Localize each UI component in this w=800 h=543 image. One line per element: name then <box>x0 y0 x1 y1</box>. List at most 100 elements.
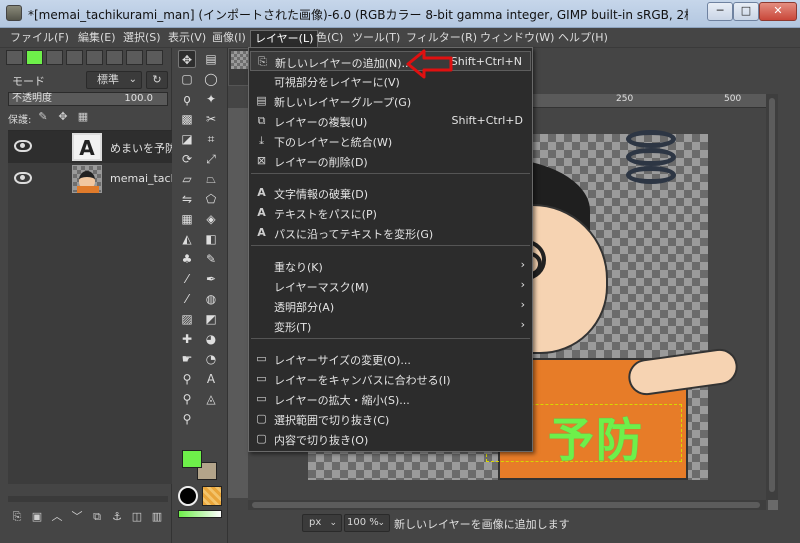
rect-select-icon[interactable]: ▢ <box>178 70 196 88</box>
menu-item[interactable]: A 文字情報の破棄(D) <box>250 183 531 203</box>
bucket-fill-icon[interactable]: ◭ <box>178 230 196 248</box>
dock-tab-brushes-icon[interactable] <box>126 50 143 65</box>
mode-reset-icon[interactable]: ↻ <box>146 71 168 89</box>
visibility-eye-icon[interactable] <box>14 140 32 152</box>
color-select-icon[interactable]: ▩ <box>178 110 196 128</box>
cage-tool-icon[interactable]: ⬠ <box>202 190 220 208</box>
heal-tool-icon[interactable]: ✚ <box>178 330 196 348</box>
mask-icon[interactable]: ◫ <box>130 510 144 524</box>
pencil-icon[interactable]: ✎ <box>202 250 220 268</box>
menu-select[interactable]: 選択(S) <box>119 30 165 47</box>
menu-item[interactable]: A パスに沿ってテキストを変形(G) <box>250 223 531 243</box>
vertical-ruler[interactable] <box>228 108 248 498</box>
zoom-tool-icon[interactable]: ⚲ <box>178 410 196 428</box>
navigate-icon[interactable] <box>768 500 778 510</box>
menu-item[interactable]: 可視部分をレイヤーに(V) <box>250 71 531 91</box>
dock-tab-menu-icon[interactable] <box>6 50 23 65</box>
delete-layer-icon[interactable]: ▥ <box>150 510 164 524</box>
perspective-tool-icon[interactable]: ⏢ <box>202 170 220 188</box>
dock-scrollbar[interactable] <box>8 496 168 502</box>
new-group-icon[interactable]: ▣ <box>30 510 44 524</box>
menu-item[interactable]: 透明部分(A) › <box>250 296 531 316</box>
menu-image[interactable]: 画像(I) <box>208 30 250 47</box>
menu-item[interactable]: ⧉ レイヤーの複製(U) Shift+Ctrl+D <box>250 111 531 131</box>
perspective-clone-icon[interactable]: ◩ <box>202 310 220 328</box>
menu-colors[interactable]: 色(C) <box>312 30 347 47</box>
color-picker-icon[interactable]: ⚲ <box>178 390 196 408</box>
vertical-scrollbar[interactable] <box>766 94 778 500</box>
minimize-button[interactable]: ─ <box>707 2 733 21</box>
ink-tool-icon[interactable]: ✒ <box>202 270 220 288</box>
fuzzy-select-icon[interactable]: ✦ <box>202 90 220 108</box>
zoom-select[interactable]: 100 % ⌄ <box>344 514 390 532</box>
close-button[interactable]: ✕ <box>759 2 797 21</box>
dock-tab-undo-icon[interactable] <box>106 50 123 65</box>
menu-item[interactable]: ▤ 新しいレイヤーグループ(G) <box>250 91 531 111</box>
menu-item[interactable]: 変形(T) › <box>250 316 531 336</box>
lock-pixels-icon[interactable]: ✎ <box>36 110 50 124</box>
mode-select[interactable]: 標準 ⌄ <box>86 71 142 89</box>
align-tool-icon[interactable]: ▤ <box>202 50 220 68</box>
maximize-button[interactable]: □ <box>733 2 759 21</box>
opacity-slider[interactable]: 不透明度 100.0 <box>8 92 168 106</box>
foreground-color-swatch[interactable] <box>182 450 202 468</box>
duplicate-layer-icon[interactable]: ⧉ <box>90 510 104 524</box>
menu-file[interactable]: ファイル(F) <box>6 30 73 47</box>
rotate-tool-icon[interactable]: ⟳ <box>178 150 196 168</box>
unit-select[interactable]: px ⌄ <box>302 514 342 532</box>
lower-layer-icon[interactable]: ﹀ <box>70 510 84 524</box>
raise-layer-icon[interactable]: ︿ <box>50 510 64 524</box>
layer-row[interactable]: A めまいを予防 <box>8 131 176 163</box>
brush-preview[interactable] <box>178 486 198 506</box>
menu-item[interactable]: ⊠ レイヤーの削除(D) <box>250 151 531 171</box>
scissors-icon[interactable]: ✂ <box>202 110 220 128</box>
dock-tab-patterns-icon[interactable] <box>146 50 163 65</box>
menu-item[interactable]: A テキストをパスに(P) <box>250 203 531 223</box>
vertical-scroll-thumb[interactable] <box>769 98 775 492</box>
menu-filters[interactable]: フィルター(R) <box>402 30 481 47</box>
clone-tool-icon[interactable]: ▨ <box>178 310 196 328</box>
menu-windows[interactable]: ウィンドウ(W) <box>476 30 558 47</box>
lock-alpha-icon[interactable]: ▦ <box>76 110 90 124</box>
horizontal-scrollbar[interactable] <box>248 500 766 510</box>
warp-tool-icon[interactable]: ▦ <box>178 210 196 228</box>
menu-item[interactable]: ▢ 選択範囲で切り抜き(C) <box>250 409 531 429</box>
scale-tool-icon[interactable]: ⤢ <box>202 150 220 168</box>
dock-tab-channels-icon[interactable] <box>66 50 83 65</box>
foreground-select-icon[interactable]: ◪ <box>178 130 196 148</box>
menu-item[interactable]: ▭ レイヤーの拡大・縮小(S)... <box>250 389 531 409</box>
new-layer-icon[interactable]: ⎘ <box>10 510 24 524</box>
dodge-burn-icon[interactable]: ◔ <box>202 350 220 368</box>
menu-item[interactable]: ⎘ 新しいレイヤーの追加(N)... Shift+Ctrl+N <box>250 51 531 71</box>
menu-view[interactable]: 表示(V) <box>164 30 210 47</box>
eraser-icon[interactable]: ◍ <box>202 290 220 308</box>
smudge-tool-icon[interactable]: ☛ <box>178 350 196 368</box>
free-select-icon[interactable]: ϙ <box>178 90 196 108</box>
lock-position-icon[interactable]: ✥ <box>56 110 70 124</box>
layer-row[interactable]: memai_tachik <box>8 163 187 195</box>
horizontal-scroll-thumb[interactable] <box>252 502 760 508</box>
flip-tool-icon[interactable]: ⇋ <box>178 190 196 208</box>
pattern-preview[interactable] <box>202 486 222 506</box>
menu-layer[interactable]: レイヤー(L) <box>250 30 319 47</box>
anchor-icon[interactable]: ⚓ <box>110 510 124 524</box>
blur-tool-icon[interactable]: ◕ <box>202 330 220 348</box>
airbrush-icon[interactable]: ⁄ <box>178 270 196 288</box>
move-tool-icon[interactable]: ✥ <box>178 50 196 68</box>
visibility-eye-icon[interactable] <box>14 172 32 184</box>
mypaint-brush-icon[interactable]: ⁄ <box>178 290 196 308</box>
dock-tab-paths-icon[interactable] <box>86 50 103 65</box>
gradient-preview[interactable] <box>178 510 222 518</box>
menu-tools[interactable]: ツール(T) <box>348 30 404 47</box>
menu-item[interactable]: レイヤーマスク(M) › <box>250 276 531 296</box>
measure-tool-icon[interactable]: ◬ <box>202 390 220 408</box>
menu-item[interactable]: ▢ 内容で切り抜き(O) <box>250 429 531 449</box>
menu-help[interactable]: ヘルプ(H) <box>554 30 612 47</box>
dock-tab-layers-icon[interactable] <box>46 50 63 65</box>
text-tool-icon[interactable]: A <box>202 370 220 388</box>
menu-item[interactable]: ⤓ 下のレイヤーと統合(W) <box>250 131 531 151</box>
unified-transform-icon[interactable]: ◈ <box>202 210 220 228</box>
paintbrush-icon[interactable]: ♣ <box>178 250 196 268</box>
menu-item[interactable]: 重なり(K) › <box>250 256 531 276</box>
menu-item[interactable]: ▭ レイヤーをキャンバスに合わせる(I) <box>250 369 531 389</box>
